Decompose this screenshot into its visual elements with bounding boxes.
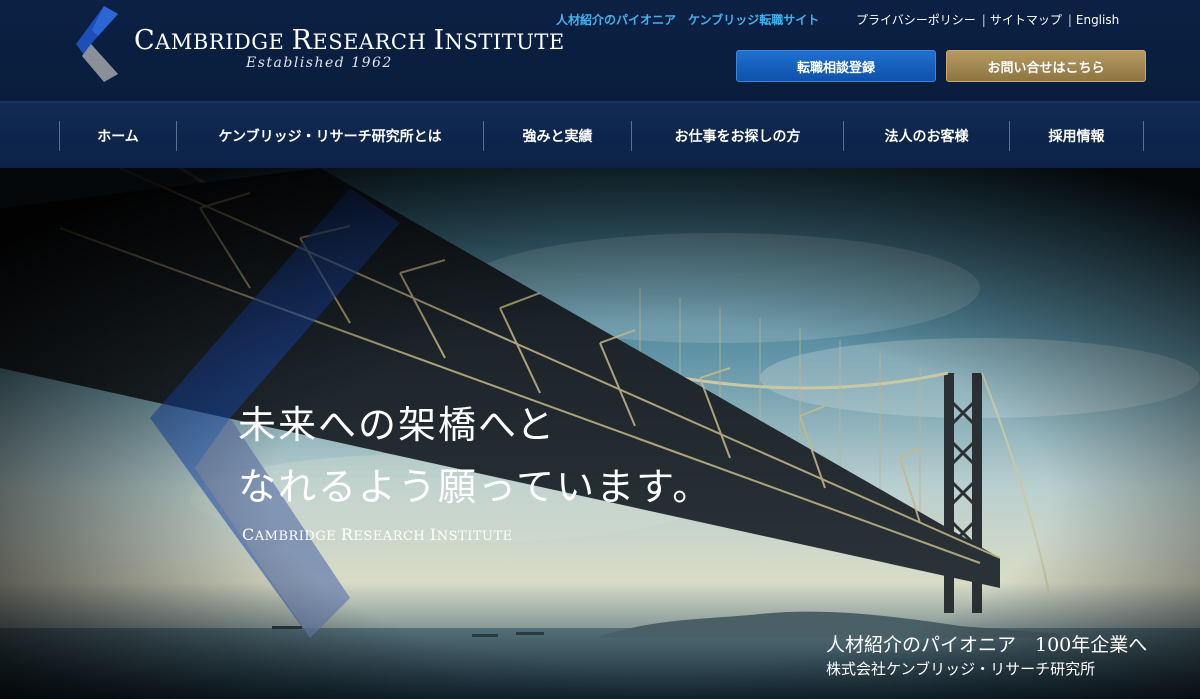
sitemap-link[interactable]: サイトマップ (990, 13, 1062, 27)
nav-item-strengths[interactable]: 強みと実績 (484, 103, 631, 168)
chevron-logo-icon (76, 6, 118, 82)
hero-headline-line-1: 未来への架橋へと (238, 403, 557, 447)
nav-item-home[interactable]: ホーム (60, 103, 176, 168)
site-header: CAMBRIDGE RESEARCH INSTITUTE Established… (0, 0, 1200, 101)
contact-button[interactable]: お問い合せはこちら (946, 50, 1146, 82)
main-nav: ホーム ケンブリッジ・リサーチ研究所とは 強みと実績 お仕事をお探しの方 法人の… (0, 101, 1200, 168)
hero-company-name: 株式会社ケンブリッジ・リサーチ研究所 (826, 660, 1096, 678)
nav-item-about[interactable]: ケンブリッジ・リサーチ研究所とは (177, 103, 483, 168)
hero-headline-line-2: なれるよう願っています。 (238, 465, 713, 509)
site-logo[interactable]: CAMBRIDGE RESEARCH INSTITUTE Established… (74, 4, 564, 84)
hero-brand-caption: CAMBRIDGE RESEARCH INSTITUTE (242, 525, 513, 544)
nav-item-job-seekers[interactable]: お仕事をお探しの方 (632, 103, 843, 168)
logo-established: Established 1962 (246, 55, 393, 71)
utility-links: プライバシーポリシー | サイトマップ | English (856, 13, 1120, 27)
nav-item-recruit[interactable]: 採用情報 (1010, 103, 1143, 168)
hero-banner: 未来への架橋へと なれるよう願っています。 CAMBRIDGE RESEARCH… (0, 168, 1200, 699)
nav-item-corporate[interactable]: 法人のお客様 (844, 103, 1009, 168)
career-site-link[interactable]: 人材紹介のパイオニア ケンブリッジ転職サイト (556, 11, 819, 28)
hero-headline: 未来への架橋へと なれるよう願っています。 (238, 394, 712, 518)
hero-tagline: 人材紹介のパイオニア 100年企業へ (826, 634, 1148, 656)
consult-register-button[interactable]: 転職相談登録 (736, 50, 936, 82)
privacy-policy-link[interactable]: プライバシーポリシー (856, 13, 976, 27)
english-link[interactable]: English (1076, 13, 1119, 27)
nav-divider (1143, 121, 1144, 151)
logo-name: CAMBRIDGE RESEARCH INSTITUTE (134, 25, 565, 56)
